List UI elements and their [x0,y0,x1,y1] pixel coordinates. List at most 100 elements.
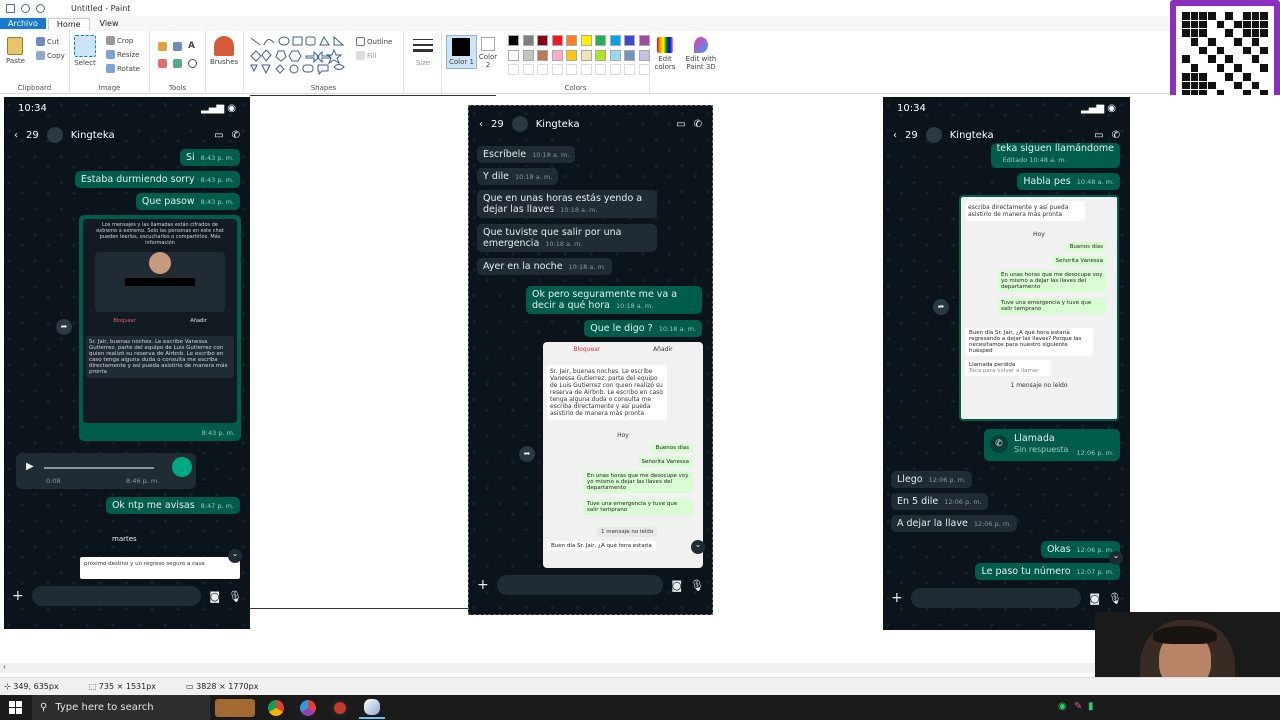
magnifier-icon[interactable] [188,59,197,68]
pen-tray-icon[interactable]: ✎ [1074,701,1082,712]
color-swatch[interactable] [508,35,519,46]
taskbar-search[interactable]: ⚲ Type here to search [32,695,210,720]
phone-icon[interactable]: ✆ [1112,130,1120,141]
brushes-button[interactable]: Brushes [210,36,238,66]
text-icon[interactable]: A [188,41,195,51]
color-swatch[interactable] [609,35,621,46]
color-swatch[interactable] [551,35,563,46]
color-swatch[interactable] [595,49,606,61]
embedded-screenshot[interactable]: Bloquear Añadir Sr. Jair, buenas noches. … [543,342,703,568]
news-widget-icon[interactable] [213,697,257,719]
forward-icon[interactable]: ➦ [519,446,535,462]
size-button[interactable]: Size [412,37,434,67]
mic-icon[interactable]: 🎙 [1108,592,1122,605]
contact-name[interactable]: Kingteka [536,119,668,130]
color-swatch[interactable] [551,49,563,61]
camera-icon[interactable]: ◙ [671,579,682,592]
color-swatch[interactable] [580,49,592,61]
color-swatch[interactable] [566,49,577,61]
tab-view[interactable]: View [92,18,127,29]
contact-name[interactable]: Kingteka [950,130,1086,141]
color-swatch[interactable] [638,49,650,61]
custom-color-swatch[interactable] [609,64,621,75]
horizontal-scrollbar[interactable]: ‹ [0,663,1280,673]
forward-icon[interactable]: ➦ [933,299,949,315]
copy-button[interactable]: Copy [36,51,65,60]
scroll-down-icon[interactable]: ⌄ [691,540,705,554]
custom-color-swatch[interactable] [508,64,519,75]
color-swatch[interactable] [537,35,548,46]
resize-button[interactable]: Resize [106,50,139,59]
color-swatch[interactable] [508,49,519,61]
color-swatch[interactable] [537,49,548,61]
plus-icon[interactable]: + [891,590,903,606]
color-swatch[interactable] [595,35,606,46]
fill-icon[interactable] [173,41,182,51]
fill-button[interactable]: Fill [356,51,376,60]
color-swatch[interactable] [566,35,577,46]
custom-color-swatch[interactable] [595,64,606,75]
avatar[interactable] [925,127,942,143]
app-tray-icon[interactable]: ▮ [1088,701,1094,712]
pencil-icon[interactable] [158,41,167,51]
color-swatch[interactable] [609,49,621,61]
video-call-icon[interactable]: ▭ [676,119,685,130]
edit-colors-button[interactable]: Edit colors [652,37,678,71]
cut-button[interactable]: Cut [36,37,59,46]
color1-button[interactable]: Color 1 [446,35,477,69]
chrome-profile-icon[interactable] [295,697,321,719]
scroll-down-icon[interactable]: ⌄ [1109,551,1123,565]
custom-color-swatch[interactable] [624,64,635,75]
tab-file[interactable]: Archivo [0,18,46,29]
custom-color-swatch[interactable] [580,64,592,75]
plus-icon[interactable]: + [12,588,24,604]
video-call-icon[interactable]: ▭ [1094,130,1103,141]
mic-icon[interactable]: 🎙 [690,579,704,592]
embedded-screenshot[interactable]: escriba directamente y así pueda asistir… [959,195,1119,421]
edit-paint3d-button[interactable]: Edit with Paint 3D [682,37,720,71]
save-icon[interactable] [6,3,15,13]
message-input[interactable] [496,575,664,595]
shapes-gallery[interactable] [248,35,348,75]
chrome-icon[interactable] [263,697,289,719]
outline-button[interactable]: Outline [356,37,392,46]
rotate-button[interactable]: Rotate [106,64,140,73]
paste-button[interactable]: Paste [6,37,25,65]
whatsapp-tray-icon[interactable]: ◉ [1058,701,1067,712]
select-button[interactable]: Select [74,35,96,67]
paint-app-icon[interactable] [359,697,385,719]
color-swatch[interactable] [522,35,534,46]
windows-start-icon[interactable] [9,701,22,714]
plus-icon[interactable]: + [477,577,489,593]
custom-color-swatch[interactable] [566,64,577,75]
back-icon[interactable]: ‹ [479,119,483,130]
eraser-icon[interactable] [158,59,167,68]
back-icon[interactable]: ‹ [893,130,897,141]
undo-icon[interactable] [21,3,30,13]
play-icon[interactable]: ▶ [26,461,34,472]
message-input[interactable] [910,588,1082,608]
phone-icon[interactable]: ✆ [232,130,240,141]
audio-message[interactable]: ▶ 0:08 8:46 p. m. [16,453,196,489]
picker-icon[interactable] [173,59,182,68]
custom-color-swatch[interactable] [551,64,563,75]
custom-color-swatch[interactable] [537,64,548,75]
camera-icon[interactable]: ◙ [209,590,220,603]
scroll-down-icon[interactable]: ⌄ [228,549,242,563]
call-bubble[interactable]: ✆ Llamada Sin respuesta 12:06 p. m. [984,429,1120,461]
image-message[interactable]: Los mensajes y las llamadas están cifrad… [79,215,241,441]
back-icon[interactable]: ‹ [14,130,18,141]
forward-icon[interactable]: ➦ [56,319,72,335]
color-swatch[interactable] [624,35,635,46]
redo-icon[interactable] [36,3,45,13]
contact-name[interactable]: Kingteka [71,130,206,141]
message-input[interactable] [31,586,202,606]
avatar[interactable] [46,127,63,143]
video-call-icon[interactable]: ▭ [214,130,223,141]
tab-home[interactable]: Home [47,17,90,30]
color-swatch[interactable] [580,35,592,46]
avatar[interactable] [511,116,528,132]
color-swatch[interactable] [624,49,635,61]
custom-color-swatch[interactable] [638,64,650,75]
recorder-icon[interactable] [327,697,353,719]
